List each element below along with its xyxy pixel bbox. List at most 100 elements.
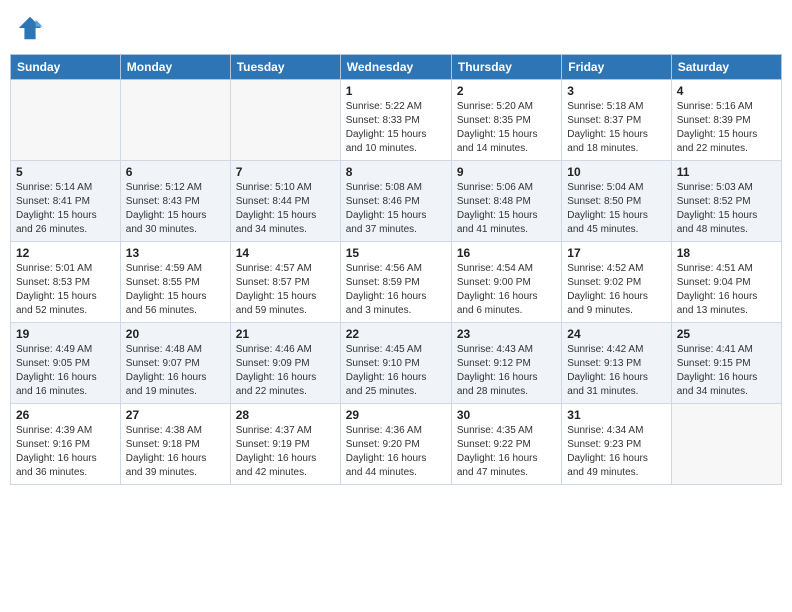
calendar-cell: 31 Sunrise: 4:34 AM Sunset: 9:23 PM Dayli…: [562, 404, 671, 485]
col-header-monday: Monday: [120, 55, 230, 80]
day-number: 2: [457, 84, 556, 98]
day-info: Sunrise: 5:06 AM Sunset: 8:48 PM Dayligh…: [457, 181, 556, 237]
day-number: 11: [677, 165, 776, 179]
week-row-3: 12 Sunrise: 5:01 AM Sunset: 8:53 PM Dayli…: [11, 242, 782, 323]
day-number: 5: [16, 165, 115, 179]
day-number: 29: [346, 408, 446, 422]
calendar-cell: 11 Sunrise: 5:03 AM Sunset: 8:52 PM Dayli…: [671, 161, 781, 242]
col-header-tuesday: Tuesday: [230, 55, 340, 80]
calendar-cell: 23 Sunrise: 4:43 AM Sunset: 9:12 PM Dayli…: [451, 323, 561, 404]
day-info: Sunrise: 4:39 AM Sunset: 9:16 PM Dayligh…: [16, 424, 115, 480]
day-number: 14: [236, 246, 335, 260]
calendar-cell: [120, 80, 230, 161]
day-info: Sunrise: 5:08 AM Sunset: 8:46 PM Dayligh…: [346, 181, 446, 237]
day-number: 21: [236, 327, 335, 341]
calendar-cell: 12 Sunrise: 5:01 AM Sunset: 8:53 PM Dayli…: [11, 242, 121, 323]
calendar-cell: 10 Sunrise: 5:04 AM Sunset: 8:50 PM Dayli…: [562, 161, 671, 242]
day-number: 6: [126, 165, 225, 179]
day-info: Sunrise: 5:04 AM Sunset: 8:50 PM Dayligh…: [567, 181, 665, 237]
week-row-2: 5 Sunrise: 5:14 AM Sunset: 8:41 PM Daylig…: [11, 161, 782, 242]
day-info: Sunrise: 5:20 AM Sunset: 8:35 PM Dayligh…: [457, 100, 556, 156]
day-number: 3: [567, 84, 665, 98]
day-info: Sunrise: 5:03 AM Sunset: 8:52 PM Dayligh…: [677, 181, 776, 237]
day-info: Sunrise: 4:42 AM Sunset: 9:13 PM Dayligh…: [567, 343, 665, 399]
calendar-cell: 7 Sunrise: 5:10 AM Sunset: 8:44 PM Daylig…: [230, 161, 340, 242]
calendar-cell: 19 Sunrise: 4:49 AM Sunset: 9:05 PM Dayli…: [11, 323, 121, 404]
day-info: Sunrise: 5:01 AM Sunset: 8:53 PM Dayligh…: [16, 262, 115, 318]
day-info: Sunrise: 4:54 AM Sunset: 9:00 PM Dayligh…: [457, 262, 556, 318]
logo: [16, 14, 46, 42]
day-info: Sunrise: 5:16 AM Sunset: 8:39 PM Dayligh…: [677, 100, 776, 156]
calendar-cell: 25Sunrise: 4:41 AM Sunset: 9:15 PM Dayli…: [671, 323, 781, 404]
day-number: 13: [126, 246, 225, 260]
calendar-cell: 22 Sunrise: 4:45 AM Sunset: 9:10 PM Dayli…: [340, 323, 451, 404]
day-info: Sunrise: 4:43 AM Sunset: 9:12 PM Dayligh…: [457, 343, 556, 399]
day-number: 7: [236, 165, 335, 179]
calendar-cell: 20Sunrise: 4:48 AM Sunset: 9:07 PM Dayli…: [120, 323, 230, 404]
calendar-cell: 18 Sunrise: 4:51 AM Sunset: 9:04 PM Dayli…: [671, 242, 781, 323]
calendar-cell: 17 Sunrise: 4:52 AM Sunset: 9:02 PM Dayli…: [562, 242, 671, 323]
day-info: Sunrise: 4:56 AM Sunset: 8:59 PM Dayligh…: [346, 262, 446, 318]
day-number: 12: [16, 246, 115, 260]
day-info: Sunrise: 4:36 AM Sunset: 9:20 PM Dayligh…: [346, 424, 446, 480]
day-info: Sunrise: 4:51 AM Sunset: 9:04 PM Dayligh…: [677, 262, 776, 318]
day-number: 15: [346, 246, 446, 260]
day-info: Sunrise: 4:52 AM Sunset: 9:02 PM Dayligh…: [567, 262, 665, 318]
calendar-cell: 1 Sunrise: 5:22 AM Sunset: 8:33 PM Daylig…: [340, 80, 451, 161]
day-number: 9: [457, 165, 556, 179]
logo-icon: [16, 14, 44, 42]
week-row-1: 1 Sunrise: 5:22 AM Sunset: 8:33 PM Daylig…: [11, 80, 782, 161]
calendar-cell: 2 Sunrise: 5:20 AM Sunset: 8:35 PM Daylig…: [451, 80, 561, 161]
day-number: 17: [567, 246, 665, 260]
calendar-cell: 24Sunrise: 4:42 AM Sunset: 9:13 PM Dayli…: [562, 323, 671, 404]
day-number: 4: [677, 84, 776, 98]
day-info: Sunrise: 4:38 AM Sunset: 9:18 PM Dayligh…: [126, 424, 225, 480]
col-header-thursday: Thursday: [451, 55, 561, 80]
day-number: 26: [16, 408, 115, 422]
day-number: 30: [457, 408, 556, 422]
calendar-cell: 6 Sunrise: 5:12 AM Sunset: 8:43 PM Daylig…: [120, 161, 230, 242]
day-number: 16: [457, 246, 556, 260]
day-number: 1: [346, 84, 446, 98]
calendar-cell: 28Sunrise: 4:37 AM Sunset: 9:19 PM Dayli…: [230, 404, 340, 485]
calendar-cell: 4 Sunrise: 5:16 AM Sunset: 8:39 PM Daylig…: [671, 80, 781, 161]
calendar-cell: 8 Sunrise: 5:08 AM Sunset: 8:46 PM Daylig…: [340, 161, 451, 242]
day-number: 19: [16, 327, 115, 341]
calendar-cell: [230, 80, 340, 161]
col-header-sunday: Sunday: [11, 55, 121, 80]
calendar-cell: 9 Sunrise: 5:06 AM Sunset: 8:48 PM Daylig…: [451, 161, 561, 242]
day-info: Sunrise: 4:45 AM Sunset: 9:10 PM Dayligh…: [346, 343, 446, 399]
calendar-cell: [11, 80, 121, 161]
day-info: Sunrise: 4:49 AM Sunset: 9:05 PM Dayligh…: [16, 343, 115, 399]
day-info: Sunrise: 5:10 AM Sunset: 8:44 PM Dayligh…: [236, 181, 335, 237]
calendar-cell: 26 Sunrise: 4:39 AM Sunset: 9:16 PM Dayli…: [11, 404, 121, 485]
day-info: Sunrise: 4:35 AM Sunset: 9:22 PM Dayligh…: [457, 424, 556, 480]
day-info: Sunrise: 5:14 AM Sunset: 8:41 PM Dayligh…: [16, 181, 115, 237]
calendar: SundayMondayTuesdayWednesdayThursdayFrid…: [10, 54, 782, 485]
day-info: Sunrise: 4:34 AM Sunset: 9:23 PM Dayligh…: [567, 424, 665, 480]
day-info: Sunrise: 4:41 AM Sunset: 9:15 PM Dayligh…: [677, 343, 776, 399]
day-number: 31: [567, 408, 665, 422]
day-info: Sunrise: 4:59 AM Sunset: 8:55 PM Dayligh…: [126, 262, 225, 318]
day-number: 8: [346, 165, 446, 179]
week-row-5: 26 Sunrise: 4:39 AM Sunset: 9:16 PM Dayli…: [11, 404, 782, 485]
day-info: Sunrise: 4:46 AM Sunset: 9:09 PM Dayligh…: [236, 343, 335, 399]
calendar-cell: 27 Sunrise: 4:38 AM Sunset: 9:18 PM Dayli…: [120, 404, 230, 485]
col-header-saturday: Saturday: [671, 55, 781, 80]
col-header-wednesday: Wednesday: [340, 55, 451, 80]
header: [10, 10, 782, 46]
day-number: 27: [126, 408, 225, 422]
calendar-cell: 14 Sunrise: 4:57 AM Sunset: 8:57 PM Dayli…: [230, 242, 340, 323]
day-number: 22: [346, 327, 446, 341]
day-number: 10: [567, 165, 665, 179]
week-row-4: 19 Sunrise: 4:49 AM Sunset: 9:05 PM Dayli…: [11, 323, 782, 404]
day-number: 23: [457, 327, 556, 341]
day-info: Sunrise: 4:57 AM Sunset: 8:57 PM Dayligh…: [236, 262, 335, 318]
calendar-cell: [671, 404, 781, 485]
day-info: Sunrise: 5:12 AM Sunset: 8:43 PM Dayligh…: [126, 181, 225, 237]
col-header-friday: Friday: [562, 55, 671, 80]
day-number: 28: [236, 408, 335, 422]
day-info: Sunrise: 5:22 AM Sunset: 8:33 PM Dayligh…: [346, 100, 446, 156]
day-number: 18: [677, 246, 776, 260]
calendar-cell: 3Sunrise: 5:18 AM Sunset: 8:37 PM Daylig…: [562, 80, 671, 161]
